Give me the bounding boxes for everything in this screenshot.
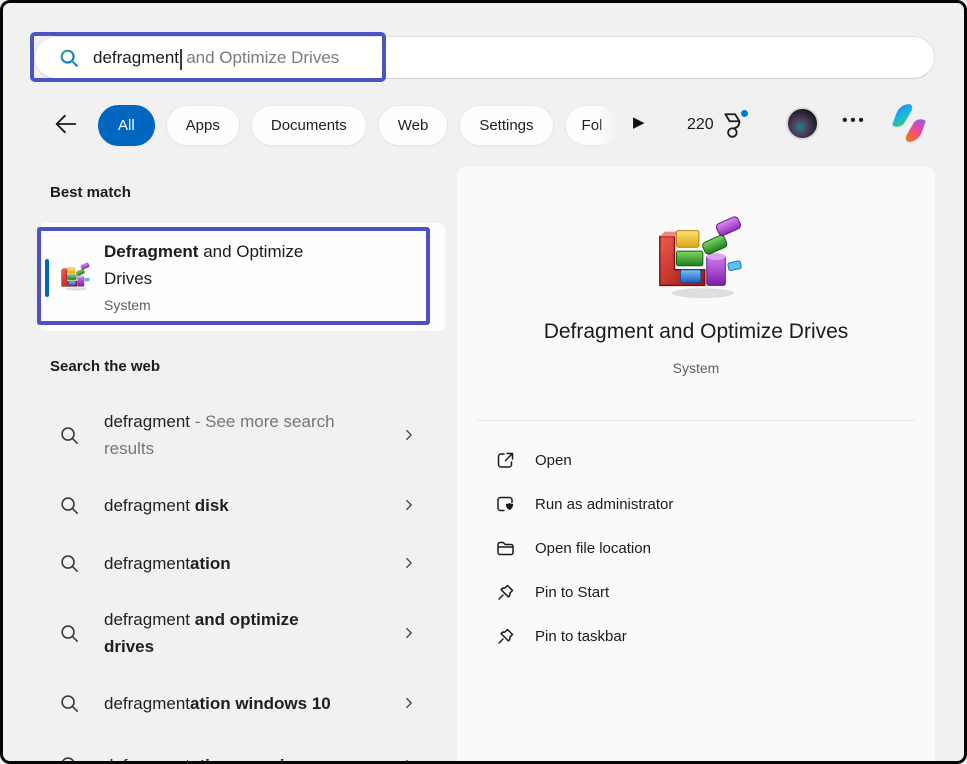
best-match-result[interactable]: Defragment and Optimize Drives System <box>40 223 445 331</box>
more-filters-icon[interactable]: ▶ <box>633 112 645 134</box>
search-icon <box>58 692 81 715</box>
search-icon <box>58 424 81 447</box>
web-suggestion-row[interactable]: defragment disk <box>48 482 428 528</box>
rewards-button[interactable]: 220 <box>687 103 747 147</box>
web-suggestion-row[interactable]: defragment - See more search results <box>48 404 428 466</box>
action-open-file-location[interactable]: Open file location <box>457 526 935 570</box>
defrag-app-icon-large <box>645 215 747 301</box>
search-icon <box>58 47 80 69</box>
search-icon <box>58 622 81 645</box>
rewards-trophy-icon <box>721 111 747 139</box>
chevron-right-icon <box>402 696 416 710</box>
web-suggestion-row[interactable]: defragmentation <box>48 540 428 586</box>
open-external-icon <box>495 450 516 471</box>
search-icon <box>58 494 81 517</box>
chevron-right-icon <box>402 626 416 640</box>
selection-accent-bar <box>45 259 49 297</box>
search-input[interactable]: defragment and Optimize Drives <box>34 36 935 79</box>
search-icon <box>58 754 81 764</box>
rewards-badge-dot <box>741 110 748 117</box>
action-pin-to-taskbar[interactable]: Pin to taskbar <box>457 614 935 658</box>
detail-subtitle: System <box>457 360 935 376</box>
action-run-as-administrator[interactable]: Run as administrator <box>457 482 935 526</box>
search-web-heading: Search the web <box>50 358 160 375</box>
search-icon <box>58 552 81 575</box>
search-query-text: defragment <box>93 48 179 68</box>
admin-shield-icon <box>495 494 516 515</box>
chevron-right-icon <box>402 758 416 764</box>
web-suggestion-row[interactable]: defragmentation meaning <box>48 742 428 764</box>
web-suggestion-row[interactable]: defragmentation windows 10 <box>48 680 428 726</box>
search-filter-tabs: All Apps Documents Web Settings Fol <box>98 103 620 147</box>
chevron-right-icon <box>402 428 416 442</box>
action-open[interactable]: Open <box>457 438 935 482</box>
divider <box>477 420 915 421</box>
search-autocomplete-text: and Optimize Drives <box>182 48 340 68</box>
best-match-title: Defragment and Optimize Drives <box>104 238 344 292</box>
detail-title: Defragment and Optimize Drives <box>457 320 935 344</box>
action-pin-to-start[interactable]: Pin to Start <box>457 570 935 614</box>
overflow-menu-icon[interactable]: ••• <box>842 112 866 130</box>
best-match-subtitle: System <box>104 297 414 313</box>
tab-documents[interactable]: Documents <box>251 105 367 146</box>
folder-icon <box>495 538 516 559</box>
back-button[interactable] <box>52 110 80 138</box>
tab-folders-clipped[interactable]: Fol <box>565 105 620 146</box>
tab-all[interactable]: All <box>98 105 155 146</box>
web-suggestion-row[interactable]: defragment and optimize drives <box>48 602 428 664</box>
result-detail-panel: Defragment and Optimize Drives System Op… <box>457 167 935 764</box>
copilot-icon[interactable] <box>888 102 930 144</box>
rewards-points: 220 <box>687 116 714 134</box>
chevron-right-icon <box>402 556 416 570</box>
user-avatar[interactable] <box>786 107 819 140</box>
defrag-app-icon <box>57 262 91 292</box>
chevron-right-icon <box>402 498 416 512</box>
best-match-heading: Best match <box>50 184 131 201</box>
tab-apps[interactable]: Apps <box>166 105 240 146</box>
pin-icon <box>495 626 516 647</box>
tab-settings[interactable]: Settings <box>459 105 553 146</box>
pin-icon <box>495 582 516 603</box>
tab-web[interactable]: Web <box>378 105 449 146</box>
